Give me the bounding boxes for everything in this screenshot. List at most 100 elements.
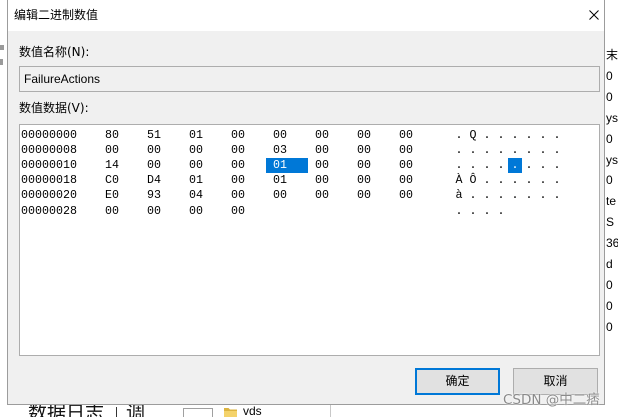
- hex-byte[interactable]: 00: [350, 188, 392, 203]
- hex-byte[interactable]: 01: [266, 173, 308, 188]
- hex-ascii-char[interactable]: .: [522, 143, 536, 158]
- hex-byte[interactable]: 00: [392, 188, 434, 203]
- hex-ascii-char[interactable]: .: [494, 204, 508, 219]
- hex-row: 00000018 C0 D4 01 00 01 00 00 00 À Ô......: [20, 173, 599, 188]
- hex-byte[interactable]: 00: [266, 188, 308, 203]
- hex-byte[interactable]: 03: [266, 143, 308, 158]
- hex-byte[interactable]: 00: [224, 188, 266, 203]
- hex-ascii-char[interactable]: .: [522, 173, 536, 188]
- hex-byte[interactable]: 93: [140, 188, 182, 203]
- hex-byte[interactable]: 14: [98, 158, 140, 173]
- hex-byte[interactable]: 00: [224, 173, 266, 188]
- hex-byte[interactable]: 80: [98, 128, 140, 143]
- hex-ascii-char[interactable]: .: [508, 188, 522, 203]
- hex-ascii-char[interactable]: .: [452, 158, 466, 173]
- hex-byte[interactable]: 00: [182, 158, 224, 173]
- hex-ascii-char[interactable]: .: [466, 158, 480, 173]
- cancel-button[interactable]: 取消: [513, 368, 598, 395]
- hex-ascii-char[interactable]: .: [508, 173, 522, 188]
- hex-byte[interactable]: 00: [224, 204, 266, 219]
- hex-byte[interactable]: 00: [350, 173, 392, 188]
- hex-byte[interactable]: 00: [392, 173, 434, 188]
- hex-ascii-char[interactable]: .: [536, 143, 550, 158]
- hex-ascii-char[interactable]: .: [550, 158, 564, 173]
- hex-ascii-char[interactable]: .: [508, 157, 522, 174]
- hex-ascii-char[interactable]: .: [522, 158, 536, 173]
- folder-name: vds: [243, 405, 262, 417]
- hex-byte[interactable]: 00: [392, 143, 434, 158]
- value-data-hex-editor[interactable]: 00000000 80 51 01 00 00 00 00 00. Q...... 00000008…: [19, 124, 600, 356]
- hex-byte[interactable]: 00: [308, 188, 350, 203]
- hex-ascii-char[interactable]: .: [480, 188, 494, 203]
- hex-byte[interactable]: 00: [350, 158, 392, 173]
- hex-ascii-char[interactable]: .: [550, 128, 564, 143]
- hex-ascii-char[interactable]: .: [480, 158, 494, 173]
- hex-byte[interactable]: 00: [308, 158, 350, 173]
- hex-ascii-char[interactable]: .: [508, 143, 522, 158]
- hex-ascii-char[interactable]: .: [536, 188, 550, 203]
- hex-byte[interactable]: 00: [392, 158, 434, 173]
- hex-ascii-char[interactable]: .: [550, 143, 564, 158]
- hex-byte[interactable]: 00: [392, 128, 434, 143]
- hex-ascii-char[interactable]: .: [536, 158, 550, 173]
- hex-ascii-char[interactable]: .: [494, 128, 508, 143]
- hex-ascii-char[interactable]: .: [466, 204, 480, 219]
- hex-byte[interactable]: 01: [266, 157, 308, 174]
- hex-ascii-char[interactable]: .: [550, 173, 564, 188]
- hex-ascii-char[interactable]: .: [452, 143, 466, 158]
- hex-byte[interactable]: 00: [224, 128, 266, 143]
- hex-byte[interactable]: 51: [140, 128, 182, 143]
- hex-ascii-char[interactable]: .: [494, 188, 508, 203]
- hex-ascii-char[interactable]: .: [494, 143, 508, 158]
- value-name-field[interactable]: FailureActions: [19, 66, 600, 92]
- background-folder-item[interactable]: vds: [222, 405, 282, 417]
- title-bar[interactable]: 编辑二进制数值: [8, 0, 604, 31]
- hex-ascii-char[interactable]: Q: [466, 128, 480, 143]
- hex-ascii-char[interactable]: .: [494, 158, 508, 173]
- hex-ascii-char[interactable]: Ô: [466, 173, 480, 188]
- hex-byte[interactable]: 00: [350, 128, 392, 143]
- hex-ascii-char[interactable]: .: [480, 173, 494, 188]
- hex-byte[interactable]: 01: [182, 173, 224, 188]
- background-column-divider: [330, 405, 331, 417]
- hex-byte[interactable]: 00: [350, 143, 392, 158]
- hex-byte[interactable]: 04: [182, 188, 224, 203]
- hex-byte[interactable]: 01: [182, 128, 224, 143]
- hex-byte[interactable]: 00: [140, 143, 182, 158]
- hex-byte[interactable]: 00: [308, 143, 350, 158]
- hex-byte[interactable]: D4: [140, 173, 182, 188]
- hex-ascii-char[interactable]: .: [550, 188, 564, 203]
- hex-byte[interactable]: 00: [224, 158, 266, 173]
- hex-ascii-char[interactable]: .: [522, 128, 536, 143]
- hex-byte[interactable]: 00: [140, 158, 182, 173]
- hex-ascii-char[interactable]: .: [452, 128, 466, 143]
- hex-byte[interactable]: 00: [308, 173, 350, 188]
- hex-ascii-char[interactable]: .: [466, 143, 480, 158]
- hex-ascii-char[interactable]: .: [480, 143, 494, 158]
- hex-byte[interactable]: E0: [98, 188, 140, 203]
- hex-byte[interactable]: 00: [308, 128, 350, 143]
- hex-byte[interactable]: 00: [182, 204, 224, 219]
- ok-button[interactable]: 确定: [415, 368, 500, 395]
- hex-ascii-char[interactable]: .: [536, 173, 550, 188]
- hex-byte[interactable]: 00: [140, 204, 182, 219]
- hex-ascii-char[interactable]: .: [452, 204, 466, 219]
- hex-byte[interactable]: 00: [266, 128, 308, 143]
- hex-byte[interactable]: 00: [98, 143, 140, 158]
- hex-byte[interactable]: 00: [224, 143, 266, 158]
- hex-byte[interactable]: 00: [98, 204, 140, 219]
- hex-ascii-char[interactable]: .: [480, 204, 494, 219]
- hex-row: 00000010 14 00 00 00 01 00 00 00........: [20, 157, 599, 174]
- hex-ascii-char[interactable]: .: [536, 128, 550, 143]
- hex-ascii-char[interactable]: À: [452, 173, 466, 188]
- hex-ascii-char[interactable]: .: [508, 128, 522, 143]
- value-data-label: 数值数据(V):: [19, 101, 89, 115]
- hex-ascii-char[interactable]: .: [480, 128, 494, 143]
- hex-ascii-char[interactable]: .: [494, 173, 508, 188]
- hex-byte[interactable]: C0: [98, 173, 140, 188]
- hex-ascii-char[interactable]: .: [522, 188, 536, 203]
- hex-ascii-char[interactable]: .: [466, 188, 480, 203]
- hex-byte[interactable]: 00: [182, 143, 224, 158]
- close-button[interactable]: [580, 0, 604, 31]
- hex-ascii-char[interactable]: à: [452, 188, 466, 203]
